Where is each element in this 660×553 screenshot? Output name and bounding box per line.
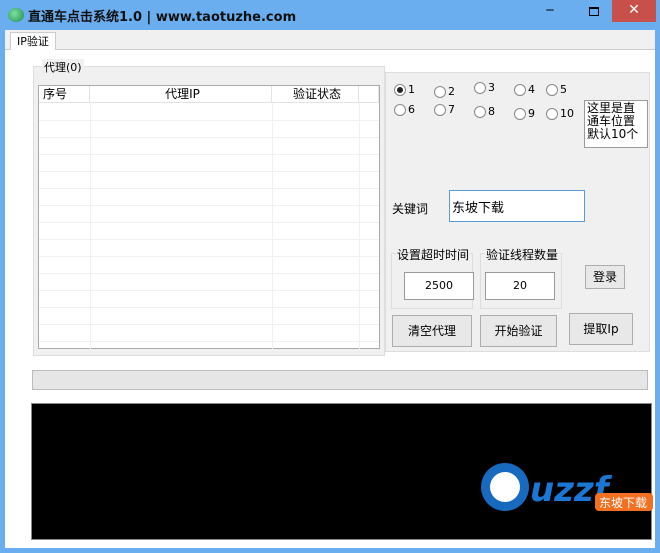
radio-circle-icon [434, 86, 446, 98]
settings-panel: 1 2 3 4 5 6 7 8 9 10 这里是直通车位置默认10个 关键词 设置超时时间 250… [385, 72, 650, 352]
grid-col-line [272, 103, 273, 349]
radio-circle-icon [394, 104, 406, 116]
position-radio-10[interactable]: 10 [546, 107, 574, 121]
grid-col-line [90, 103, 91, 349]
threads-input[interactable]: 20 [485, 272, 555, 300]
tab-ip-verify[interactable]: IP验证 [10, 32, 56, 51]
radio-label: 10 [560, 107, 574, 120]
position-radio-7[interactable]: 7 [434, 103, 455, 117]
position-radio-1[interactable]: 1 [394, 83, 415, 97]
threads-label: 验证线程数量 [485, 246, 560, 263]
window-title: 直通车点击系统1.0 | www.taotuzhe.com [28, 10, 297, 25]
timeout-label: 设置超时时间 [396, 246, 471, 263]
radio-circle-icon [546, 108, 558, 120]
keyword-input[interactable] [449, 190, 585, 222]
radio-label: 3 [488, 81, 495, 94]
radio-circle-icon [474, 106, 486, 118]
radio-label: 1 [408, 83, 415, 96]
radio-circle-icon [546, 84, 558, 96]
radio-label: 6 [408, 103, 415, 116]
maximize-button[interactable] [580, 2, 608, 20]
proxy-group: 代理(0) 序号 代理IP 验证状态 [33, 59, 385, 356]
column-header-index[interactable]: 序号 [39, 86, 90, 103]
position-radio-5[interactable]: 5 [546, 83, 567, 97]
position-radio-3[interactable]: 3 [474, 81, 495, 95]
progress-bar [32, 370, 648, 390]
radio-circle-icon [514, 108, 526, 120]
radio-circle-icon [434, 104, 446, 116]
proxy-group-label: 代理(0) [42, 59, 84, 75]
position-note: 这里是直通车位置默认10个 [584, 100, 648, 148]
radio-label: 5 [560, 83, 567, 96]
position-radio-4[interactable]: 4 [514, 83, 535, 97]
timeout-input[interactable]: 2500 [404, 272, 474, 300]
title-bar: 直通车点击系统1.0 | www.taotuzhe.com ‒ ✕ [0, 0, 660, 30]
position-radio-9[interactable]: 9 [514, 107, 535, 121]
clear-proxy-button[interactable]: 清空代理 [392, 315, 472, 347]
keyword-label: 关键词 [392, 202, 429, 216]
position-radio-8[interactable]: 8 [474, 105, 495, 119]
radio-circle-icon [514, 84, 526, 96]
timeout-group: 设置超时时间 2500 [391, 246, 474, 309]
position-radio-6[interactable]: 6 [394, 103, 415, 117]
svg-text:东坡下载: 东坡下载 [599, 496, 647, 510]
threads-group: 验证线程数量 20 [480, 246, 562, 309]
radio-circle-icon [394, 84, 406, 96]
radio-label: 9 [528, 107, 535, 120]
radio-circle-icon [474, 82, 486, 94]
radio-label: 7 [448, 103, 455, 116]
start-verify-button[interactable]: 开始验证 [480, 315, 557, 347]
close-button[interactable]: ✕ [612, 0, 656, 22]
radio-label: 8 [488, 105, 495, 118]
login-button[interactable]: 登录 [585, 265, 625, 289]
maximize-icon [589, 7, 599, 16]
app-icon [8, 8, 24, 22]
column-header-filler [359, 86, 379, 103]
position-radio-2[interactable]: 2 [434, 85, 455, 99]
column-header-proxy-ip[interactable]: 代理IP [90, 86, 272, 103]
proxy-list[interactable]: 序号 代理IP 验证状态 [38, 85, 380, 349]
fetch-ip-button[interactable]: 提取Ip [569, 313, 633, 345]
radio-label: 4 [528, 83, 535, 96]
watermark-logo: uzzf 东坡下载 [475, 455, 655, 515]
column-header-status[interactable]: 验证状态 [272, 86, 359, 103]
grid-col-line [359, 103, 360, 349]
tab-strip: IP验证 [5, 30, 655, 51]
radio-label: 2 [448, 85, 455, 98]
minimize-button[interactable]: ‒ [536, 0, 564, 22]
